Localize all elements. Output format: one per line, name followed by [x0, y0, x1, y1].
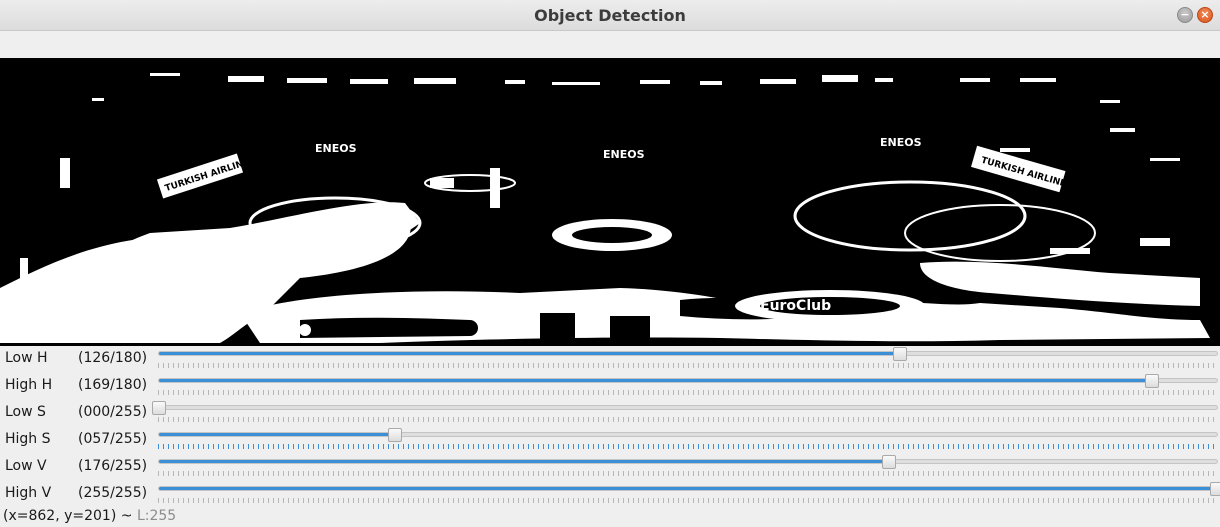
- svg-text:ENEOS: ENEOS: [315, 142, 357, 155]
- slider-handle[interactable]: [1210, 482, 1220, 496]
- slider-high-v[interactable]: High V (255/255): [0, 481, 1220, 508]
- svg-text:ENEOS: ENEOS: [880, 136, 922, 149]
- slider-fill: [159, 379, 1153, 382]
- slider-handle[interactable]: [882, 455, 897, 469]
- slider-handle[interactable]: [1145, 374, 1160, 388]
- thresholded-image: TURKISH AIRLINES TURKISH AIRLINES ENEOS …: [0, 58, 1220, 346]
- slider-fill: [159, 352, 900, 355]
- minimize-icon[interactable]: −: [1177, 7, 1193, 23]
- slider-high-h[interactable]: High H (169/180): [0, 373, 1220, 400]
- slider-label: Low S: [5, 404, 46, 420]
- slider-low-v[interactable]: Low V (176/255): [0, 454, 1220, 481]
- luminance-readout: L:255: [136, 508, 177, 524]
- slider-label: High H: [5, 377, 53, 393]
- svg-text:ENEOS: ENEOS: [603, 148, 645, 161]
- slider-label: High V: [5, 485, 52, 501]
- slider-handle[interactable]: [388, 428, 403, 442]
- slider-label: Low V: [5, 458, 47, 474]
- cursor-coordinates: (x=862, y=201) ~: [3, 508, 137, 524]
- slider-fill: [159, 433, 396, 436]
- slider-high-s[interactable]: High S (057/255): [0, 427, 1220, 454]
- slider-track[interactable]: [158, 347, 1218, 361]
- slider-value: (126/180): [78, 350, 148, 366]
- slider-track[interactable]: [152, 401, 1218, 415]
- image-viewport[interactable]: TURKISH AIRLINES TURKISH AIRLINES ENEOS …: [0, 58, 1220, 346]
- slider-low-h[interactable]: Low H (126/180): [0, 346, 1220, 373]
- close-icon[interactable]: ×: [1197, 7, 1213, 23]
- slider-label: Low H: [5, 350, 48, 366]
- slider-value: (255/255): [78, 485, 148, 501]
- slider-track[interactable]: [158, 374, 1218, 388]
- window-title: Object Detection: [534, 6, 686, 25]
- slider-ticks: [158, 444, 1218, 449]
- slider-ticks: [158, 498, 1218, 503]
- title-bar: Object Detection − ×: [0, 0, 1220, 31]
- slider-ticks: [158, 390, 1218, 395]
- slider-value: (000/255): [78, 404, 148, 420]
- slider-low-s[interactable]: Low S (000/255): [0, 400, 1220, 427]
- slider-track[interactable]: [158, 482, 1220, 496]
- slider-value: (176/255): [78, 458, 148, 474]
- slider-handle[interactable]: [152, 401, 166, 415]
- slider-value: (169/180): [78, 377, 148, 393]
- slider-fill: [159, 460, 890, 463]
- slider-ticks: [158, 363, 1218, 368]
- slider-fill: [159, 487, 1217, 490]
- toolbar: [0, 31, 1220, 58]
- slider-panel: Low H (126/180) High H (169/180) Low S (…: [0, 346, 1220, 508]
- status-bar: (x=862, y=201) ~ L:255: [0, 508, 1220, 527]
- slider-ticks: [158, 471, 1218, 476]
- slider-handle[interactable]: [892, 347, 907, 361]
- slider-value: (057/255): [78, 431, 148, 447]
- slider-track[interactable]: [158, 428, 1218, 442]
- slider-ticks: [158, 417, 1218, 422]
- slider-label: High S: [5, 431, 51, 447]
- svg-text:EuroClub: EuroClub: [760, 298, 831, 314]
- slider-track[interactable]: [158, 455, 1218, 469]
